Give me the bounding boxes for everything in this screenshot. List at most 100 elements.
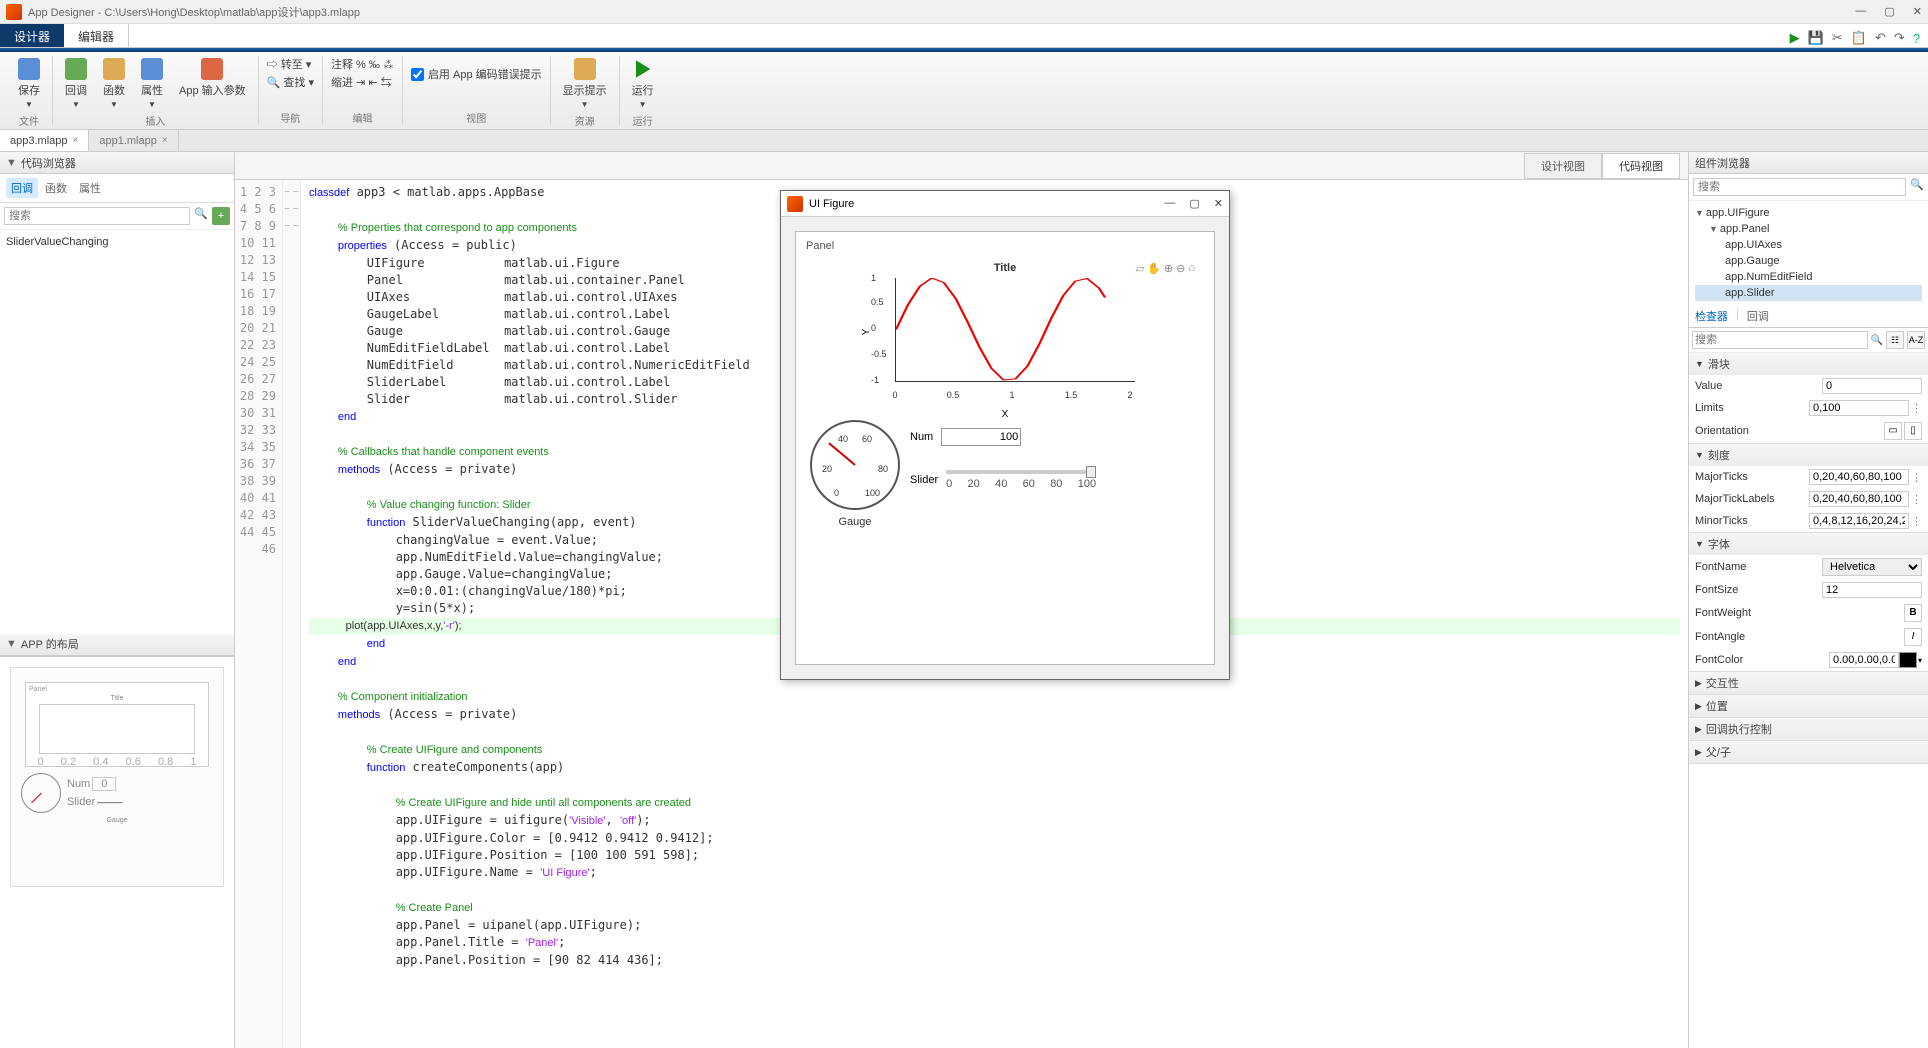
section-scale[interactable]: ▼刻度	[1689, 444, 1928, 466]
num-edit-field[interactable]	[941, 428, 1021, 446]
run-button[interactable]: 运行▼	[628, 56, 658, 111]
prop-fontcolor-input[interactable]	[1829, 652, 1899, 668]
section-position[interactable]: ▶位置	[1689, 695, 1928, 717]
tab-designer[interactable]: 设计器	[0, 24, 64, 47]
prop-majorticklabels-input[interactable]	[1809, 491, 1909, 507]
prop-fontname-select[interactable]: Helvetica	[1822, 558, 1922, 576]
slider-thumb[interactable]	[1086, 466, 1096, 478]
ribbon-group-file: 保存▼ 文件	[6, 56, 53, 125]
window-titlebar: App Designer - C:\Users\Hong\Desktop\mat…	[0, 0, 1928, 24]
inspector-view2-button[interactable]: A-Z	[1907, 331, 1925, 349]
tree-slider[interactable]: app.Slider	[1695, 285, 1922, 301]
save-button[interactable]: 保存▼	[14, 56, 44, 111]
code-browser-header[interactable]: ▼代码浏览器	[0, 152, 234, 174]
section-font[interactable]: ▼字体	[1689, 533, 1928, 555]
design-view-button[interactable]: 设计视图	[1524, 153, 1602, 179]
tree-uiaxes[interactable]: app.UIAxes	[1695, 237, 1922, 253]
search-icon[interactable]: 🔍	[1871, 335, 1883, 346]
prop-fontsize-input[interactable]	[1822, 582, 1922, 598]
window-maximize-button[interactable]: ▢	[1884, 5, 1894, 18]
tree-numfield[interactable]: app.NumEditField	[1695, 269, 1922, 285]
add-callback-button[interactable]: +	[212, 207, 230, 225]
color-swatch[interactable]	[1899, 652, 1917, 668]
section-interactivity[interactable]: ▶交互性	[1689, 672, 1928, 694]
property-button[interactable]: 属性▼	[137, 56, 167, 111]
save-icon[interactable]: 💾	[1808, 30, 1824, 46]
component-search-input[interactable]	[1693, 178, 1906, 196]
prop-fontsize-label: FontSize	[1695, 584, 1822, 596]
copy-icon[interactable]: 📋	[1851, 30, 1867, 46]
search-icon[interactable]: 🔍	[1910, 178, 1924, 196]
prop-majorticks-input[interactable]	[1809, 469, 1909, 485]
section-slider[interactable]: ▼滑块	[1689, 353, 1928, 375]
inspector-search-input[interactable]	[1692, 331, 1868, 349]
orient-v-button[interactable]: ▯	[1904, 422, 1922, 440]
main-tabstrip: 设计器 编辑器 ▶ 💾 ✂ 📋 ↶ ↷ ?	[0, 24, 1928, 48]
file-tab-app3[interactable]: app3.mlapp×	[0, 130, 89, 151]
cb-tab-properties[interactable]: 属性	[74, 178, 106, 198]
ribbon-group-nav: ⇨ 转至 ▾ 🔍 查找 ▾ 导航	[259, 56, 323, 125]
inspector-tab[interactable]: 检查器	[1695, 308, 1728, 324]
tree-panel[interactable]: ▼app.Panel	[1695, 221, 1922, 237]
fold-gutter[interactable]: − − − − − −	[283, 180, 301, 1048]
gauge[interactable]: 20 40 60 80 0 100	[810, 420, 900, 510]
layout-panel-header[interactable]: ▼APP 的布局	[0, 634, 234, 656]
redo-icon[interactable]: ↷	[1894, 30, 1905, 46]
find-button[interactable]: 🔍 查找 ▾	[267, 74, 314, 90]
callback-tab[interactable]: 回调	[1747, 308, 1769, 324]
run-icon[interactable]: ▶	[1790, 30, 1800, 46]
undo-icon[interactable]: ↶	[1875, 30, 1886, 46]
home-icon[interactable]: ⌂	[1188, 262, 1195, 275]
showhint-button[interactable]: 显示提示▼	[559, 56, 611, 111]
window-minimize-button[interactable]: —	[1855, 5, 1866, 18]
file-tab-app1[interactable]: app1.mlapp×	[89, 130, 178, 151]
uif-maximize-button[interactable]: ▢	[1189, 197, 1199, 210]
bold-button[interactable]: B	[1904, 604, 1922, 622]
goto-button[interactable]: ⇨ 转至 ▾	[267, 56, 314, 72]
section-parent[interactable]: ▶父/子	[1689, 741, 1928, 763]
inspector-view1-button[interactable]: ☷	[1886, 331, 1904, 349]
window-close-button[interactable]: ✕	[1913, 5, 1922, 18]
prop-orientation-label: Orientation	[1695, 425, 1884, 437]
axes-toolbar[interactable]: ▱ ✋ ⊕ ⊖ ⌂	[1136, 262, 1195, 275]
close-icon[interactable]: ×	[73, 135, 79, 146]
help-icon[interactable]: ?	[1913, 31, 1920, 46]
ui-panel: Panel Title ▱ ✋ ⊕ ⊖ ⌂ Y 1 0.5 0	[795, 231, 1215, 665]
tree-uifigure[interactable]: ▼app.UIFigure	[1695, 205, 1922, 221]
function-button[interactable]: 函数▼	[99, 56, 129, 111]
comment-row[interactable]: 注释 % ‰ ⁂	[331, 56, 394, 72]
prop-minorticks-input[interactable]	[1809, 513, 1909, 529]
code-view-button[interactable]: 代码视图	[1602, 153, 1680, 179]
section-cbexec[interactable]: ▶回调执行控制	[1689, 718, 1928, 740]
brush-icon[interactable]: ▱	[1136, 262, 1144, 275]
ui-figure-titlebar[interactable]: UI Figure — ▢ ✕	[781, 191, 1229, 217]
uif-minimize-button[interactable]: —	[1164, 197, 1175, 210]
search-icon[interactable]: 🔍	[194, 207, 208, 225]
prop-limits-input[interactable]	[1809, 400, 1909, 416]
ui-figure-window[interactable]: UI Figure — ▢ ✕ Panel Title ▱ ✋ ⊕ ⊖ ⌂ Y	[780, 190, 1230, 680]
ribbon-label-file: 文件	[14, 113, 44, 128]
orient-h-button[interactable]: ▭	[1884, 422, 1902, 440]
italic-button[interactable]: I	[1904, 628, 1922, 646]
tab-editor[interactable]: 编辑器	[64, 24, 129, 47]
component-browser-header[interactable]: 组件浏览器	[1689, 152, 1928, 174]
uiaxes[interactable]: Title ▱ ✋ ⊕ ⊖ ⌂ Y 1 0.5 0 -0.5	[865, 262, 1145, 402]
callback-item[interactable]: SliderValueChanging	[6, 236, 228, 248]
zoomout-icon[interactable]: ⊖	[1176, 262, 1185, 275]
cb-tab-callbacks[interactable]: 回调	[6, 178, 38, 198]
pan-icon[interactable]: ✋	[1147, 262, 1161, 275]
callback-button[interactable]: 回调▼	[61, 56, 91, 111]
layout-preview[interactable]: Panel Title 00.20.40.60.81 Num 0 Slider …	[10, 667, 224, 887]
appinput-button[interactable]: App 输入参数	[175, 56, 250, 100]
close-icon[interactable]: ×	[162, 135, 168, 146]
slider-track[interactable]	[946, 470, 1096, 474]
codebrowser-search-input[interactable]	[4, 207, 190, 225]
tree-gauge[interactable]: app.Gauge	[1695, 253, 1922, 269]
prop-value-input[interactable]	[1822, 378, 1922, 394]
uif-close-button[interactable]: ✕	[1214, 197, 1223, 210]
cut-icon[interactable]: ✂	[1832, 30, 1843, 46]
indent-row[interactable]: 缩进 ⇥ ⇤ ⇆	[331, 74, 394, 90]
cb-tab-functions[interactable]: 函数	[40, 178, 72, 198]
zoomin-icon[interactable]: ⊕	[1164, 262, 1173, 275]
enable-hint-checkbox[interactable]: 启用 App 编码错误提示	[411, 56, 542, 82]
